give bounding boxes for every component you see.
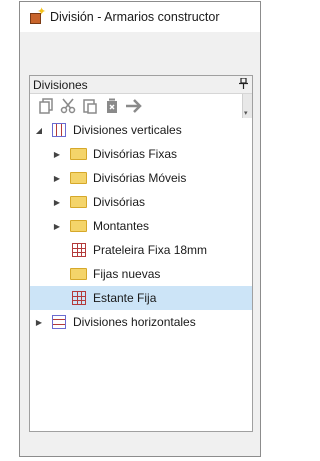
- expand-icon[interactable]: ▶: [34, 317, 44, 327]
- collapse-icon[interactable]: ◢: [34, 125, 44, 135]
- folder-icon: [70, 148, 87, 160]
- folder-icon: [70, 172, 87, 184]
- delete-button[interactable]: [101, 96, 123, 116]
- horizontal-division-icon: [52, 315, 66, 329]
- tree-label: Estante Fija: [93, 291, 157, 305]
- divisions-panel: Divisiones ▾ ◢ Divisiones verticales ▶ D…: [29, 75, 253, 432]
- folder-icon: [70, 196, 87, 208]
- tree-label: Montantes: [93, 219, 150, 233]
- panel-header: Divisiones: [30, 76, 252, 94]
- title-bar: ✦ División - Armarios constructor: [20, 2, 260, 32]
- pin-icon[interactable]: [239, 76, 248, 92]
- app-window: ✦ División - Armarios constructor Divisi…: [19, 1, 261, 457]
- tree-label: Divisiones verticales: [73, 123, 182, 137]
- copy-icon: [39, 98, 53, 114]
- tree-label: Prateleira Fixa 18mm: [93, 243, 208, 257]
- expand-icon[interactable]: ▶: [52, 149, 62, 159]
- grid-icon: [72, 243, 86, 257]
- tree-node-folder[interactable]: ▶ Divisórias Fixas: [30, 142, 252, 166]
- cut-icon: [60, 98, 76, 114]
- expand-icon[interactable]: ▶: [52, 197, 62, 207]
- tree-node-item-selected[interactable]: Estante Fija: [30, 286, 252, 310]
- tree-label: Divisiones horizontales: [73, 315, 196, 329]
- window-title: División - Armarios constructor: [50, 10, 220, 24]
- panel-title: Divisiones: [33, 77, 88, 92]
- tree-node-folder[interactable]: ▶ Divisórias: [30, 190, 252, 214]
- empty-area: [20, 32, 260, 75]
- division-tree: ◢ Divisiones verticales ▶ Divisórias Fix…: [30, 118, 252, 334]
- tree-node-folder[interactable]: Fijas nuevas: [30, 262, 252, 286]
- folder-icon: [70, 268, 87, 280]
- expand-icon[interactable]: ▶: [52, 173, 62, 183]
- expand-icon[interactable]: ▶: [52, 221, 62, 231]
- tree-label: Divisórias Móveis: [93, 171, 187, 185]
- scrollbar[interactable]: ▾: [242, 94, 252, 118]
- vertical-division-icon: [52, 123, 66, 137]
- tree-node-folder[interactable]: ▶ Divisórias Móveis: [30, 166, 252, 190]
- scroll-down-icon[interactable]: ▾: [244, 109, 248, 117]
- tree-label: Divisórias Fixas: [93, 147, 178, 161]
- cut-button[interactable]: [57, 96, 79, 116]
- tree-node-vertical[interactable]: ◢ Divisiones verticales: [30, 118, 252, 142]
- grid-icon: [72, 291, 86, 305]
- folder-icon: [70, 220, 87, 232]
- tree-label: Divisórias: [93, 195, 146, 209]
- tree-node-horizontal[interactable]: ▶ Divisiones horizontales: [30, 310, 252, 334]
- paste-button[interactable]: [79, 96, 101, 116]
- panel-toolbar: ▾: [30, 94, 252, 118]
- delete-icon: [107, 98, 117, 113]
- copy-button[interactable]: [35, 96, 57, 116]
- tree-node-item[interactable]: Prateleira Fixa 18mm: [30, 238, 252, 262]
- app-icon: ✦: [30, 7, 46, 24]
- tree-node-folder[interactable]: ▶ Montantes: [30, 214, 252, 238]
- tree-label: Fijas nuevas: [93, 267, 161, 281]
- move-button[interactable]: [123, 96, 145, 116]
- arrow-right-icon: [126, 99, 142, 113]
- paste-icon: [83, 99, 97, 114]
